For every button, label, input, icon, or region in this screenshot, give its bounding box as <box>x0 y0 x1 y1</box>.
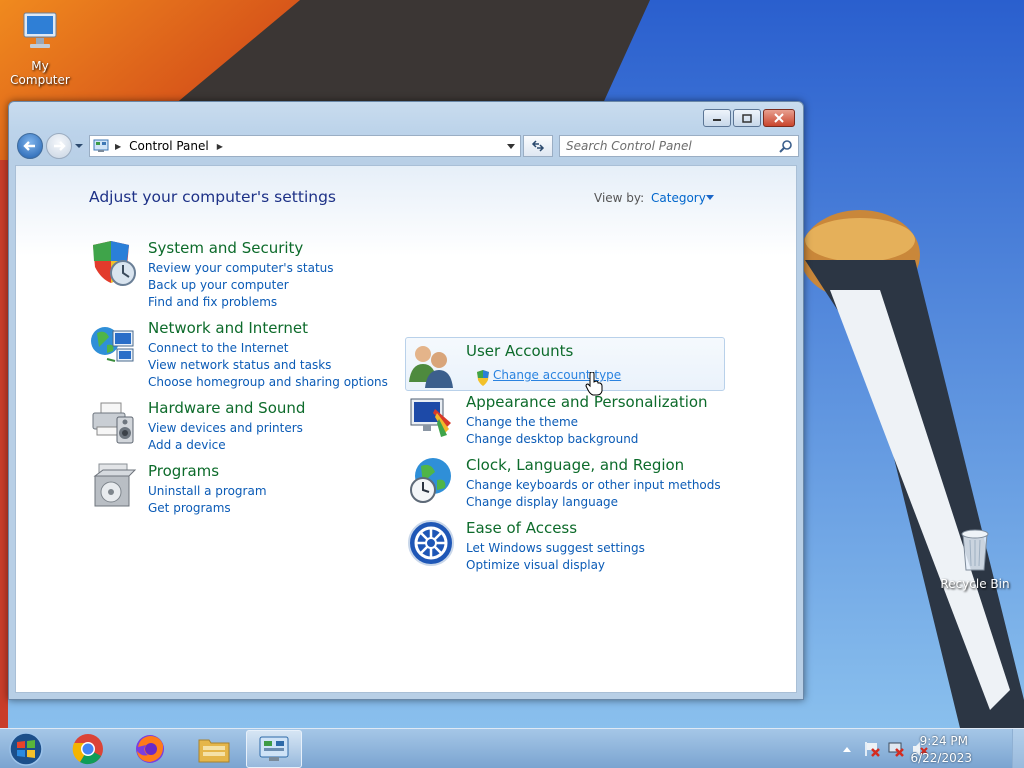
address-bar[interactable]: ▶ Control Panel ▶ <box>89 135 521 157</box>
system-tray: 9:24 PM 6/22/2023 <box>824 729 1024 768</box>
control-panel-icon <box>93 139 109 152</box>
chevron-down-icon[interactable] <box>706 195 714 200</box>
arrow-left-icon <box>23 141 35 151</box>
breadcrumb-separator-icon[interactable]: ▶ <box>217 142 223 151</box>
view-by-label: View by: <box>594 191 645 205</box>
search-input[interactable]: Search Control Panel <box>559 135 799 157</box>
task-link[interactable]: Add a device <box>148 438 226 452</box>
category-title[interactable]: System and Security <box>148 239 303 257</box>
task-link[interactable]: Back up your computer <box>148 278 289 292</box>
chevron-down-icon[interactable] <box>506 143 516 151</box>
clock-globe-icon <box>410 458 451 503</box>
navigation-bar: ▶ Control Panel ▶ Search Control Panel <box>15 133 799 159</box>
search-placeholder: Search Control Panel <box>566 139 692 153</box>
taskbar-file-explorer[interactable] <box>186 730 242 768</box>
task-link[interactable]: Find and fix problems <box>148 295 277 309</box>
printer-speaker-icon <box>92 402 134 444</box>
category-title[interactable]: Network and Internet <box>148 319 308 337</box>
task-link[interactable]: Choose homegroup and sharing options <box>148 375 388 389</box>
action-center-flag-icon[interactable] <box>864 741 880 757</box>
start-orb-icon <box>9 732 43 766</box>
show-desktop-button[interactable] <box>1012 729 1024 768</box>
refresh-icon <box>531 140 545 152</box>
file-explorer-icon <box>198 739 230 763</box>
control-panel-window: ▶ Control Panel ▶ Search Control Panel A… <box>8 101 804 700</box>
task-link[interactable]: Get programs <box>148 501 231 515</box>
network-disconnected-icon[interactable] <box>888 741 904 757</box>
task-link[interactable]: Connect to the Internet <box>148 341 288 355</box>
taskbar-control-panel[interactable] <box>246 730 302 768</box>
category-title[interactable]: User Accounts <box>466 342 573 360</box>
category-title[interactable]: Hardware and Sound <box>148 399 305 417</box>
task-link[interactable]: View devices and printers <box>148 421 303 435</box>
chevron-up-icon[interactable] <box>842 745 852 753</box>
desktop-icon-label: My Computer <box>10 59 70 87</box>
arrow-right-icon <box>54 141 66 151</box>
chrome-icon <box>72 734 103 765</box>
start-button[interactable] <box>6 731 46 767</box>
task-link[interactable]: Change desktop background <box>466 432 638 446</box>
ease-of-access-icon <box>408 520 454 566</box>
close-icon <box>774 113 784 123</box>
task-link[interactable]: Change keyboards or other input methods <box>466 478 721 492</box>
category-title[interactable]: Programs <box>148 462 219 480</box>
programs-box-icon <box>93 463 137 507</box>
category-title[interactable]: Clock, Language, and Region <box>466 456 684 474</box>
display-paint-icon <box>410 398 451 437</box>
breadcrumb-separator-icon: ▶ <box>115 141 122 151</box>
close-button[interactable] <box>763 109 795 127</box>
desktop-icon-my-computer[interactable]: My Computer <box>0 10 80 87</box>
search-icon[interactable] <box>779 139 793 153</box>
task-link[interactable]: Let Windows suggest settings <box>466 541 645 555</box>
taskbar-firefox[interactable] <box>122 730 178 768</box>
maximize-icon <box>742 113 752 123</box>
users-icon <box>409 346 453 388</box>
control-panel-content: Adjust your computer's settings View by:… <box>15 165 797 693</box>
maximize-button[interactable] <box>733 109 761 127</box>
control-panel-icon <box>259 736 289 761</box>
computer-icon <box>23 12 57 48</box>
page-title: Adjust your computer's settings <box>89 188 336 206</box>
taskbar-chrome[interactable] <box>60 730 116 768</box>
minimize-button[interactable] <box>703 109 731 127</box>
back-button[interactable] <box>17 133 43 159</box>
uac-shield-icon <box>477 370 489 386</box>
window-controls <box>703 109 795 127</box>
shield-icon <box>93 241 136 286</box>
firefox-icon <box>136 735 164 763</box>
hand-cursor-icon <box>585 372 603 396</box>
task-link[interactable]: Change the theme <box>466 415 578 429</box>
clock-time[interactable]: 9:24 PM <box>920 734 968 748</box>
taskbar: 9:24 PM 6/22/2023 <box>0 728 1024 768</box>
recycle-bin-icon <box>961 529 989 571</box>
task-link[interactable]: View network status and tasks <box>148 358 331 372</box>
refresh-button[interactable] <box>523 135 553 157</box>
minimize-icon <box>713 119 721 121</box>
forward-button[interactable] <box>46 133 72 159</box>
network-globe-icon <box>91 327 134 362</box>
task-link[interactable]: Uninstall a program <box>148 484 267 498</box>
task-link[interactable]: Change display language <box>466 495 618 509</box>
desktop-icon-label: Recycle Bin <box>940 577 1010 591</box>
recent-pages-dropdown-icon[interactable] <box>74 141 84 151</box>
desktop-icon-recycle-bin[interactable]: Recycle Bin <box>935 526 1015 591</box>
breadcrumb-control-panel[interactable]: Control Panel <box>129 139 209 153</box>
clock-date[interactable]: 6/22/2023 <box>910 751 972 765</box>
view-by-dropdown[interactable]: Category <box>651 191 706 205</box>
task-link[interactable]: Optimize visual display <box>466 558 605 572</box>
task-link[interactable]: Review your computer's status <box>148 261 334 275</box>
category-title[interactable]: Ease of Access <box>466 519 577 537</box>
